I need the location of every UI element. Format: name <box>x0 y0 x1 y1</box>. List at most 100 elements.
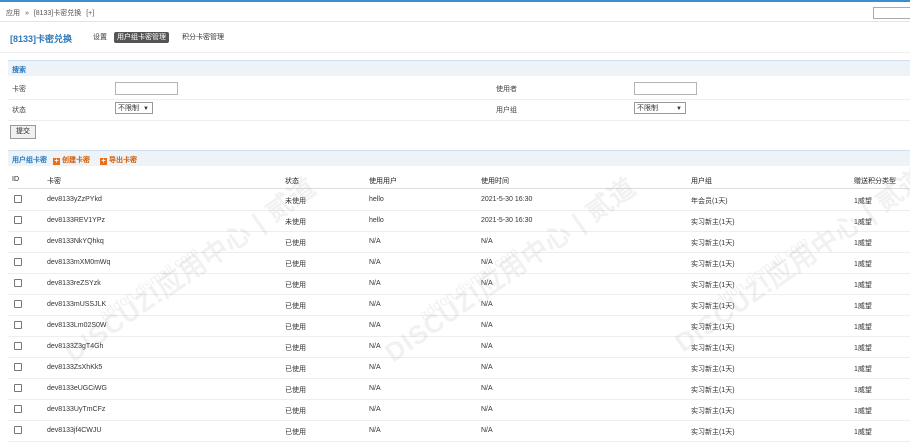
card-code-cell: dev8133mXM0mWq <box>47 259 111 266</box>
plugin-titlebar: [8133]卡密兑换 设置 用户组卡密管理 积分卡密管理 <box>0 22 910 53</box>
used-time-cell: N/A <box>481 406 493 413</box>
used-time-cell: N/A <box>481 364 493 371</box>
table-row: dev8133mUSSJLK 已使用 N/A N/A 实习新主(1天) 1威望 <box>8 294 910 316</box>
col-card: 卡密 <box>47 178 61 185</box>
plus-icon: + <box>100 158 107 165</box>
plus-icon: + <box>53 158 60 165</box>
card-code-cell: dev8133reZSYzk <box>47 280 101 287</box>
card-code-cell: dev8133REV1YPz <box>47 217 105 224</box>
card-code-cell: dev8133jf4CWJU <box>47 427 102 434</box>
extcredit-cell: 1威望 <box>854 408 872 415</box>
used-by-cell: N/A <box>369 301 381 308</box>
search-row-2: 状态 不限制 ▼ 用户组 不限制 ▼ <box>8 100 910 121</box>
col-group: 用户组 <box>691 178 712 185</box>
card-label: 卡密 <box>12 86 26 93</box>
row-checkbox[interactable] <box>14 237 22 245</box>
extcredit-cell: 1威望 <box>854 219 872 226</box>
usergroup-cell: 年会员(1天) <box>691 198 728 205</box>
export-card-button[interactable]: + 导出卡密 <box>100 155 137 165</box>
table-row: dev8133eUGCiWG 已使用 N/A N/A 实习新主(1天) 1威望 <box>8 378 910 400</box>
row-checkbox[interactable] <box>14 258 22 266</box>
usergroup-cell: 实习新主(1天) <box>691 219 735 226</box>
tab-settings[interactable]: 设置 <box>93 32 107 43</box>
status-cell: 已使用 <box>285 261 306 268</box>
used-time-cell: 2021-5-30 16:30 <box>481 217 533 224</box>
usergroup-cell: 实习新主(1天) <box>691 303 735 310</box>
card-code-cell: dev8133NkYQhkq <box>47 238 104 245</box>
row-checkbox[interactable] <box>14 405 22 413</box>
extcredit-cell: 1威望 <box>854 324 872 331</box>
status-cell: 已使用 <box>285 240 306 247</box>
breadcrumb: 应用 » [8133]卡密兑换 [+] <box>0 2 910 22</box>
extcredit-cell: 1威望 <box>854 282 872 289</box>
card-search-input[interactable] <box>115 82 178 95</box>
status-cell: 已使用 <box>285 324 306 331</box>
col-user: 使用用户 <box>369 178 397 185</box>
row-checkbox[interactable] <box>14 426 22 434</box>
table-row: dev8133ZsXhKk5 已使用 N/A N/A 实习新主(1天) 1威望 <box>8 357 910 379</box>
tab-points-cards[interactable]: 积分卡密管理 <box>182 32 224 43</box>
submit-button[interactable]: 提交 <box>10 125 36 139</box>
row-checkbox[interactable] <box>14 279 22 287</box>
group-label: 用户组 <box>496 107 517 114</box>
row-checkbox[interactable] <box>14 363 22 371</box>
status-cell: 已使用 <box>285 429 306 436</box>
create-card-button[interactable]: + 创建卡密 <box>53 155 90 165</box>
status-select[interactable]: 不限制 ▼ <box>115 102 153 114</box>
row-checkbox[interactable] <box>14 342 22 350</box>
breadcrumb-apps-link[interactable]: 应用 <box>6 10 20 17</box>
extcredit-cell: 1威望 <box>854 345 872 352</box>
used-time-cell: N/A <box>481 301 493 308</box>
user-search-input[interactable] <box>634 82 697 95</box>
used-time-cell: N/A <box>481 343 493 350</box>
usergroup-cell: 实习新主(1天) <box>691 324 735 331</box>
tab-usergroup-cards[interactable]: 用户组卡密管理 <box>114 32 169 43</box>
table-row: dev8133reZSYzk 已使用 N/A N/A 实习新主(1天) 1威望 <box>8 273 910 295</box>
table-row: dev8133Z3gT4Gh 已使用 N/A N/A 实习新主(1天) 1威望 <box>8 336 910 358</box>
used-by-cell: N/A <box>369 259 381 266</box>
search-row-1: 卡密 使用者 <box>8 79 910 100</box>
extcredit-cell: 1威望 <box>854 429 872 436</box>
search-section-header: 搜索 <box>8 60 910 76</box>
status-cell: 未使用 <box>285 198 306 205</box>
row-checkbox[interactable] <box>14 321 22 329</box>
card-code-cell: dev8133mUSSJLK <box>47 301 107 308</box>
row-checkbox[interactable] <box>14 216 22 224</box>
usergroup-cell: 实习新主(1天) <box>691 282 735 289</box>
status-cell: 已使用 <box>285 345 306 352</box>
page-title: [8133]卡密兑换 <box>10 34 73 44</box>
status-cell: 已使用 <box>285 387 306 394</box>
extcredit-cell: 1威望 <box>854 366 872 373</box>
usergroup-cell: 实习新主(1天) <box>691 408 735 415</box>
col-time: 使用时间 <box>481 178 509 185</box>
table-row: dev8133mXM0mWq 已使用 N/A N/A 实习新主(1天) 1威望 <box>8 252 910 274</box>
extcredit-cell: 1威望 <box>854 198 872 205</box>
breadcrumb-separator: » <box>24 10 29 17</box>
row-checkbox[interactable] <box>14 300 22 308</box>
used-by-cell: N/A <box>369 406 381 413</box>
card-code-cell: dev8133ZsXhKk5 <box>47 364 103 371</box>
row-checkbox[interactable] <box>14 195 22 203</box>
table-row: dev8133UyTmCFz 已使用 N/A N/A 实习新主(1天) 1威望 <box>8 399 910 421</box>
used-by-cell: N/A <box>369 364 381 371</box>
usergroup-cell: 实习新主(1天) <box>691 345 735 352</box>
extcredit-cell: 1威望 <box>854 387 872 394</box>
used-by-cell: hello <box>369 217 384 224</box>
card-code-cell: dev8133UyTmCFz <box>47 406 106 413</box>
used-time-cell: 2021-5-30 16:30 <box>481 196 533 203</box>
group-select[interactable]: 不限制 ▼ <box>634 102 686 114</box>
extcredit-cell: 1威望 <box>854 303 872 310</box>
breadcrumb-plugin[interactable]: [8133]卡密兑换 <box>34 10 81 17</box>
status-cell: 已使用 <box>285 282 306 289</box>
row-checkbox[interactable] <box>14 384 22 392</box>
status-select-value: 不限制 <box>118 105 139 112</box>
usergroup-cell: 实习新主(1天) <box>691 366 735 373</box>
card-code-cell: dev8133Z3gT4Gh <box>47 343 104 350</box>
extcredit-cell: 1威望 <box>854 261 872 268</box>
used-time-cell: N/A <box>481 238 493 245</box>
used-time-cell: N/A <box>481 385 493 392</box>
top-search-input[interactable] <box>873 7 910 19</box>
col-id: ID <box>12 176 19 183</box>
status-cell: 未使用 <box>285 219 306 226</box>
breadcrumb-add-link[interactable]: [+] <box>86 10 94 17</box>
